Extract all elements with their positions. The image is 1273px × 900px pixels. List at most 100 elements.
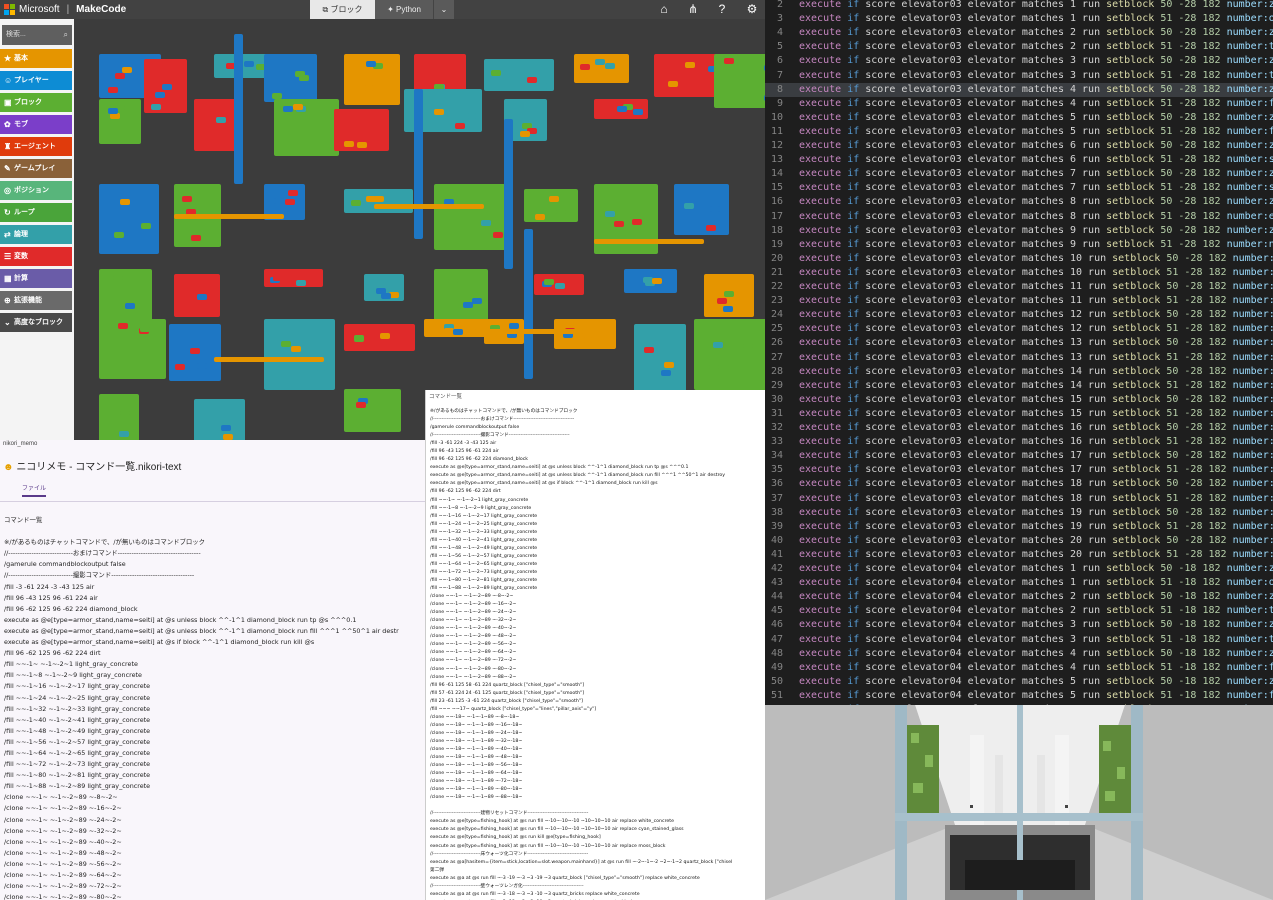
code-line[interactable]: 49 execute if score elevator04 elevator m…: [765, 661, 1273, 675]
code-line[interactable]: 41 execute if score elevator03 elevator m…: [765, 548, 1273, 562]
toolbox-category[interactable]: ⇄ 論理: [0, 225, 72, 244]
code-line[interactable]: 48 execute if score elevator04 elevator m…: [765, 647, 1273, 661]
code-block-stack[interactable]: [524, 229, 533, 379]
code-block[interactable]: [524, 189, 578, 222]
code-line[interactable]: 22 execute if score elevator03 elevator m…: [765, 280, 1273, 294]
toolbox-category[interactable]: ⌄ 高度なブロック: [0, 313, 72, 332]
home-icon[interactable]: ⌂: [657, 2, 671, 16]
code-line[interactable]: 4 execute if score elevator03 elevator ma…: [765, 26, 1273, 40]
code-line[interactable]: 8 execute if score elevator03 elevator ma…: [765, 82, 1273, 97]
code-block[interactable]: [194, 399, 245, 440]
code-line[interactable]: 16 execute if score elevator03 elevator m…: [765, 195, 1273, 209]
microsoft-makecode-logo[interactable]: Microsoft | MakeCode: [4, 4, 126, 15]
code-line[interactable]: 25 execute if score elevator03 elevator m…: [765, 322, 1273, 336]
code-line[interactable]: 34 execute if score elevator03 elevator m…: [765, 449, 1273, 463]
code-line[interactable]: 46 execute if score elevator04 elevator m…: [765, 618, 1273, 632]
code-block[interactable]: [434, 269, 488, 321]
code-line[interactable]: 28 execute if score elevator03 elevator m…: [765, 365, 1273, 379]
code-block[interactable]: [99, 184, 159, 254]
code-line[interactable]: 40 execute if score elevator03 elevator m…: [765, 534, 1273, 548]
code-line[interactable]: 37 execute if score elevator03 elevator m…: [765, 492, 1273, 506]
toolbox-category[interactable]: ♜ エージェント: [0, 137, 72, 156]
code-line[interactable]: 29 execute if score elevator03 elevator m…: [765, 379, 1273, 393]
toolbox-category[interactable]: ▦ 計算: [0, 269, 72, 288]
code-block[interactable]: [99, 319, 166, 379]
toolbox-search-input[interactable]: 検索... ⌕: [2, 25, 72, 45]
code-line[interactable]: 20 execute if score elevator03 elevator m…: [765, 252, 1273, 266]
code-line[interactable]: 42 execute if score elevator04 elevator m…: [765, 562, 1273, 576]
code-line[interactable]: 30 execute if score elevator03 elevator m…: [765, 393, 1273, 407]
code-block[interactable]: [344, 389, 401, 432]
code-line[interactable]: 7 execute if score elevator03 elevator ma…: [765, 69, 1273, 83]
toolbox-category[interactable]: ✿ モブ: [0, 115, 72, 134]
code-line[interactable]: 44 execute if score elevator04 elevator m…: [765, 590, 1273, 604]
code-block-stack[interactable]: [234, 34, 243, 184]
share-icon[interactable]: ⋔: [686, 2, 700, 16]
code-line[interactable]: 32 execute if score elevator03 elevator m…: [765, 421, 1273, 435]
toolbox-category[interactable]: ◎ ポジション: [0, 181, 72, 200]
code-line[interactable]: 39 execute if score elevator03 elevator m…: [765, 520, 1273, 534]
code-line[interactable]: 45 execute if score elevator04 elevator m…: [765, 604, 1273, 618]
code-line[interactable]: 36 execute if score elevator03 elevator m…: [765, 477, 1273, 491]
code-line[interactable]: 6 execute if score elevator03 elevator ma…: [765, 54, 1273, 68]
notepad-text-area[interactable]: コマンド一覧 ※/があるものはチャットコマンドで、/が無いものはコマンドブロック /…: [4, 515, 425, 900]
blocks-mode-button[interactable]: ⧉ ブロック: [310, 0, 375, 19]
toolbox-category[interactable]: ▣ ブロック: [0, 93, 72, 112]
toolbox-category[interactable]: ★ 基本: [0, 49, 72, 68]
toolbox-category[interactable]: ⊕ 拡張機能: [0, 291, 72, 310]
code-line[interactable]: 24 execute if score elevator03 elevator m…: [765, 308, 1273, 322]
block-field: [108, 87, 118, 93]
language-dropdown-button[interactable]: ⌄: [433, 0, 454, 19]
code-line[interactable]: 33 execute if score elevator03 elevator m…: [765, 435, 1273, 449]
code-line[interactable]: 18 execute if score elevator03 elevator m…: [765, 224, 1273, 238]
code-block-connector[interactable]: [214, 357, 324, 362]
code-block-connector[interactable]: [594, 239, 704, 244]
code-block[interactable]: [694, 319, 765, 390]
code-block[interactable]: [674, 184, 729, 235]
code-line[interactable]: 10 execute if score elevator03 elevator m…: [765, 111, 1273, 125]
code-line[interactable]: 51 execute if score elevator04 elevator m…: [765, 689, 1273, 703]
code-line[interactable]: 35 execute if score elevator03 elevator m…: [765, 463, 1273, 477]
toolbox-category[interactable]: ✎ ゲームプレイ: [0, 159, 72, 178]
code-line[interactable]: 47 execute if score elevator04 elevator m…: [765, 633, 1273, 647]
code-line[interactable]: 21 execute if score elevator03 elevator m…: [765, 266, 1273, 280]
code-block[interactable]: [264, 319, 335, 390]
toolbox-category[interactable]: ☺ プレイヤー: [0, 71, 72, 90]
code-line[interactable]: 43 execute if score elevator04 elevator m…: [765, 576, 1273, 590]
settings-icon[interactable]: ⚙: [745, 2, 759, 16]
blocks-workspace[interactable]: [74, 19, 765, 440]
code-line[interactable]: 5 execute if score elevator03 elevator ma…: [765, 40, 1273, 54]
code-line[interactable]: 15 execute if score elevator03 elevator m…: [765, 181, 1273, 195]
code-line[interactable]: 13 execute if score elevator03 elevator m…: [765, 153, 1273, 167]
code-line[interactable]: 11 execute if score elevator03 elevator m…: [765, 125, 1273, 139]
code-line[interactable]: 27 execute if score elevator03 elevator m…: [765, 351, 1273, 365]
toolbox-category[interactable]: ↻ ループ: [0, 203, 72, 222]
code-block[interactable]: [434, 184, 511, 250]
document-text-area[interactable]: ※/があるものはチャットコマンドで、/が無いものはコマンドブロック //-----…: [430, 408, 766, 900]
code-line[interactable]: 3 execute if score elevator03 elevator ma…: [765, 12, 1273, 26]
code-block-stack[interactable]: [504, 119, 513, 269]
code-block[interactable]: [714, 54, 765, 108]
code-block-stack[interactable]: [414, 89, 423, 239]
code-line[interactable]: 38 execute if score elevator03 elevator m…: [765, 506, 1273, 520]
code-block-connector[interactable]: [374, 204, 484, 209]
code-line[interactable]: 26 execute if score elevator03 elevator m…: [765, 336, 1273, 350]
code-line[interactable]: 17 execute if score elevator03 elevator m…: [765, 210, 1273, 224]
toolbox-category[interactable]: ☰ 変数: [0, 247, 72, 266]
code-line[interactable]: 12 execute if score elevator03 elevator m…: [765, 139, 1273, 153]
file-tab[interactable]: ファイル: [22, 483, 47, 497]
code-block[interactable]: [634, 324, 686, 394]
code-line[interactable]: 23 execute if score elevator03 elevator m…: [765, 294, 1273, 308]
code-line[interactable]: 14 execute if score elevator03 elevator m…: [765, 167, 1273, 181]
code-block-connector[interactable]: [174, 214, 284, 219]
python-mode-button[interactable]: ✦ Python: [375, 0, 433, 19]
code-line[interactable]: 9 execute if score elevator03 elevator ma…: [765, 97, 1273, 111]
code-editor[interactable]: 2 execute if score elevator03 elevator ma…: [765, 0, 1273, 705]
code-line[interactable]: 2 execute if score elevator03 elevator ma…: [765, 0, 1273, 12]
help-icon[interactable]: ?: [715, 2, 729, 16]
code-line[interactable]: 50 execute if score elevator04 elevator m…: [765, 675, 1273, 689]
code-block[interactable]: [194, 99, 237, 151]
code-line[interactable]: 19 execute if score elevator03 elevator m…: [765, 238, 1273, 252]
code-line[interactable]: 31 execute if score elevator03 elevator m…: [765, 407, 1273, 421]
code-block-connector[interactable]: [474, 329, 584, 334]
